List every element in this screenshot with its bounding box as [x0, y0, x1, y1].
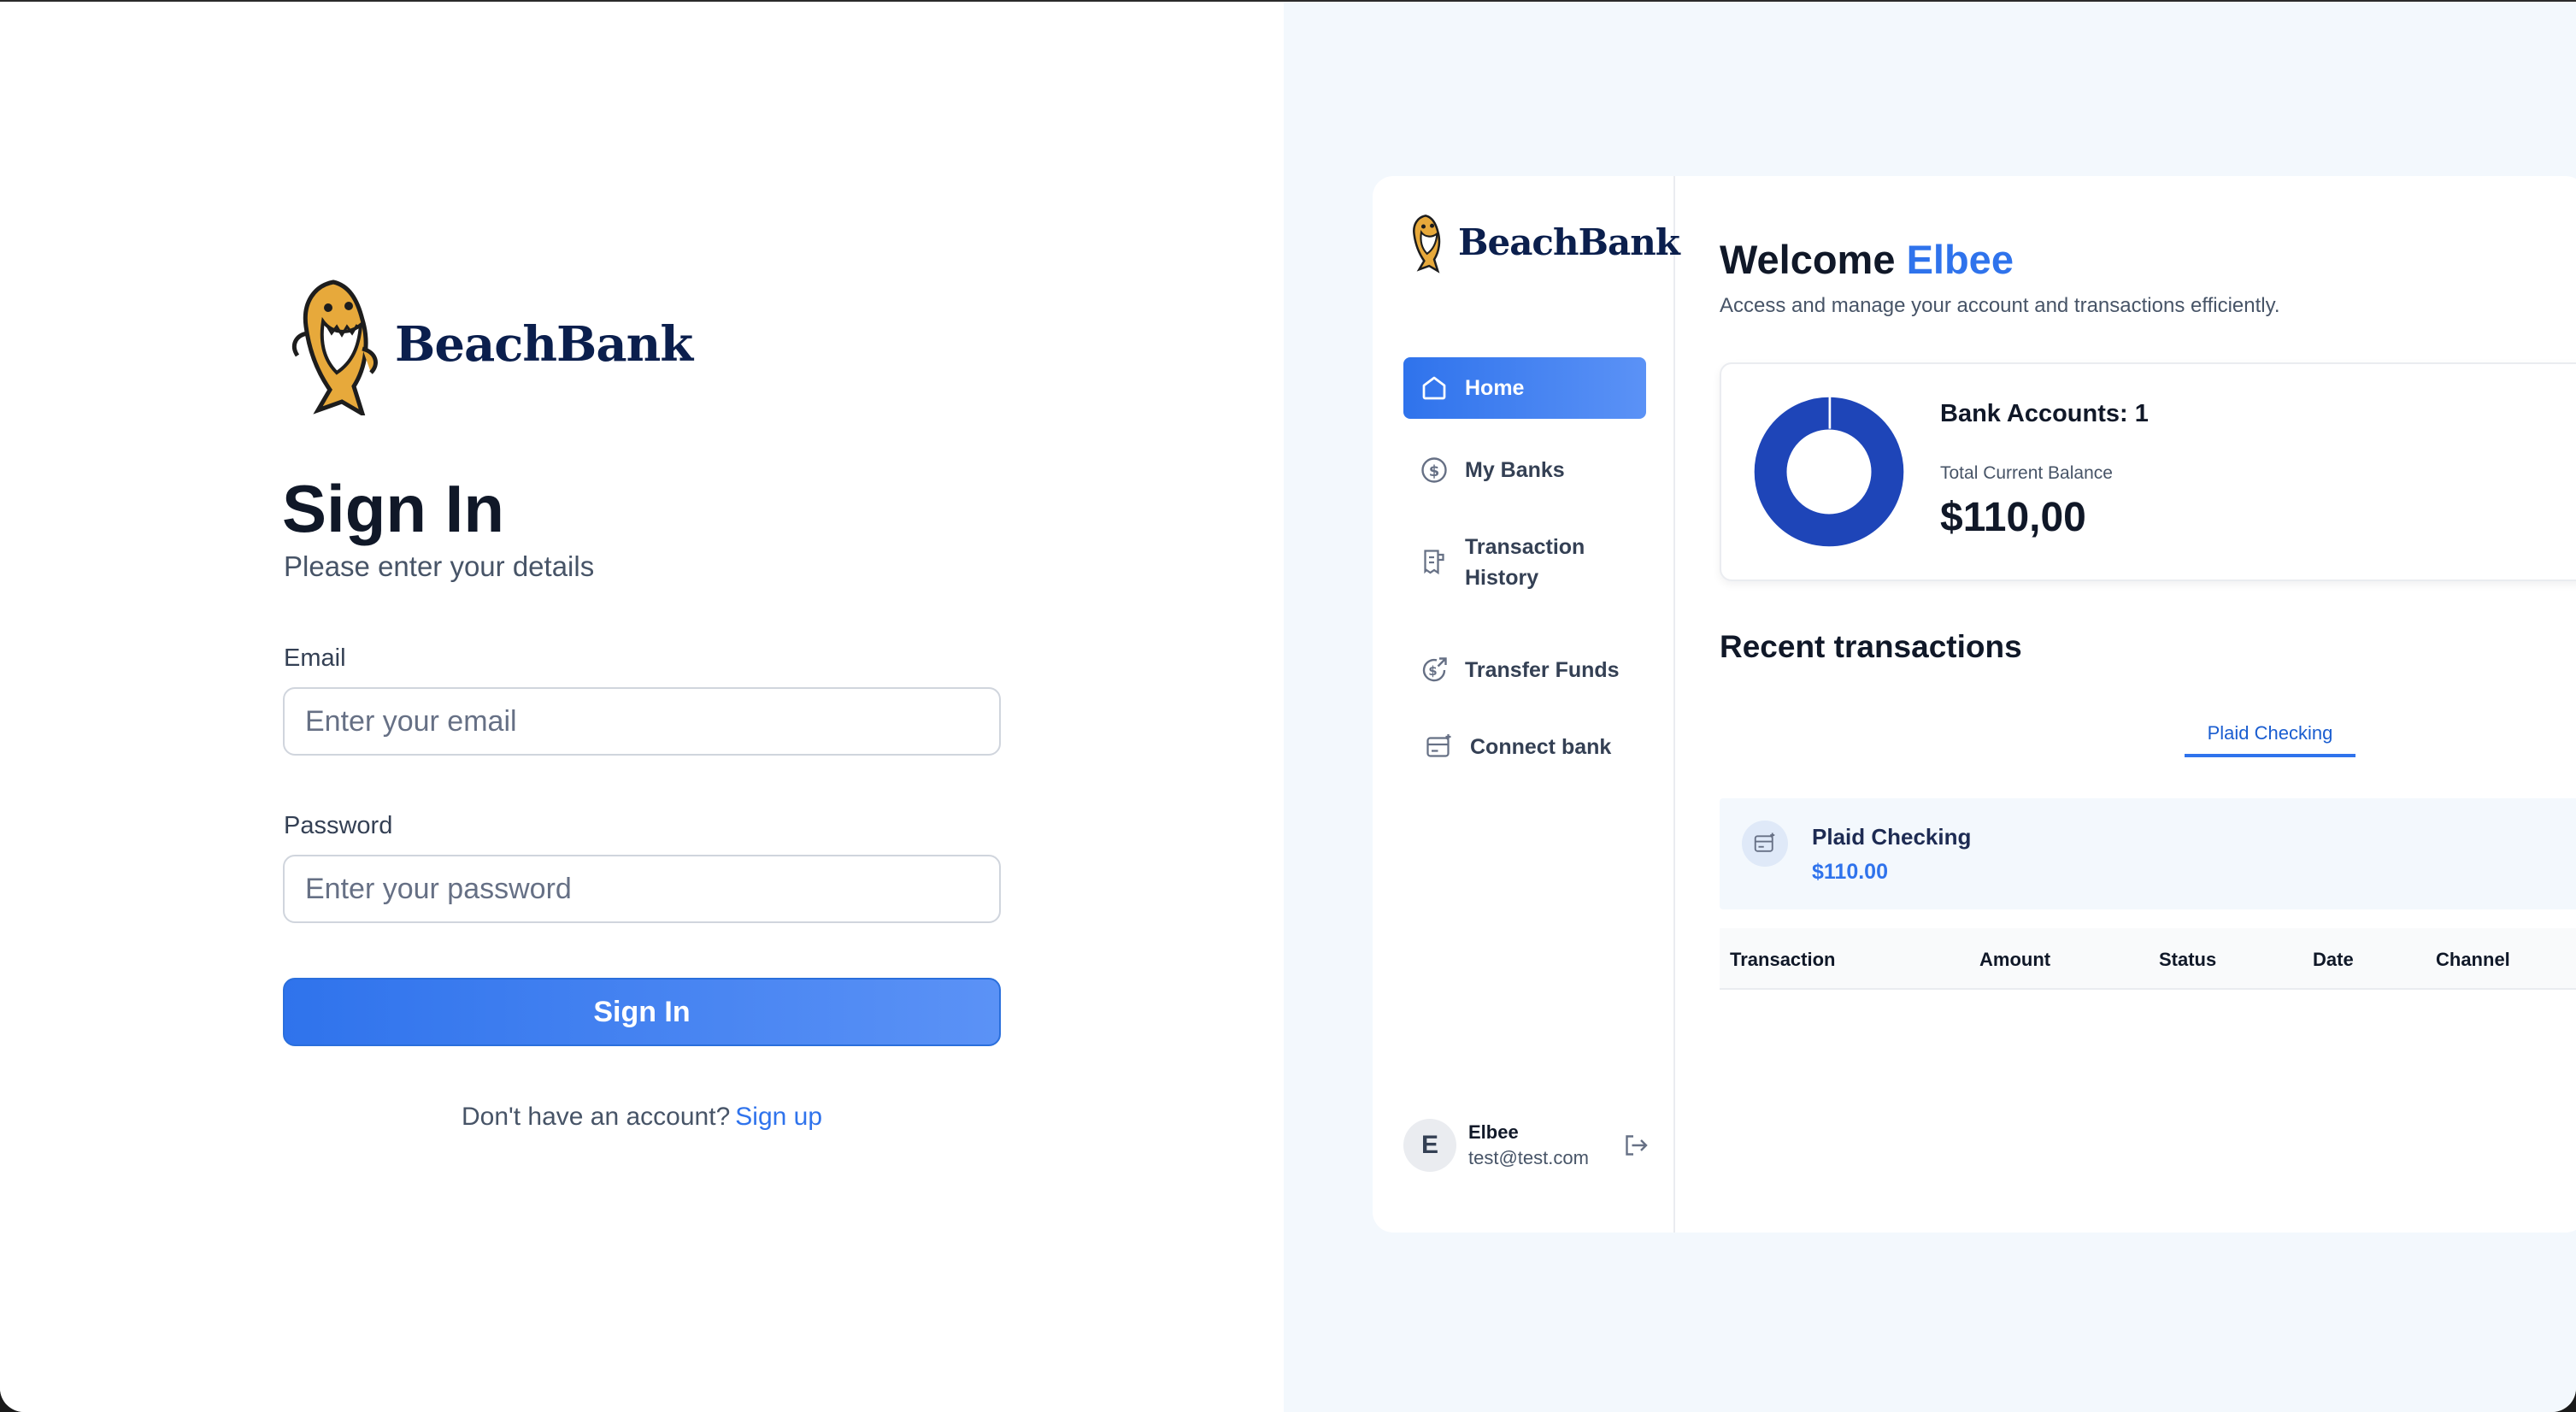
signup-prompt: Don't have an account? Sign up — [283, 1103, 1001, 1132]
email-field[interactable] — [283, 687, 1001, 756]
transfer-icon: $ — [1422, 657, 1447, 682]
sidebar-item-transfer-funds[interactable]: $ Transfer Funds — [1403, 639, 1646, 701]
sign-in-button[interactable]: Sign In — [283, 978, 1001, 1046]
page-title: Sign In — [282, 471, 504, 546]
svg-text:$: $ — [1428, 663, 1437, 679]
sidebar: BeachBank Home $ My Banks Transaction Hi… — [1373, 176, 1680, 1233]
password-field[interactable] — [283, 855, 1001, 923]
sidebar-item-my-banks[interactable]: $ My Banks — [1403, 439, 1646, 501]
recent-transactions-title: Recent transactions — [1720, 629, 2022, 664]
bank-amount: $110.00 — [1812, 860, 1888, 884]
dashboard-main: Welcome Elbee Access and manage your acc… — [1677, 176, 2576, 1233]
sidebar-brand[interactable]: BeachBank — [1403, 209, 1680, 275]
logout-icon[interactable] — [1620, 1130, 1651, 1161]
receipt-icon — [1424, 550, 1444, 575]
card-add-icon — [1742, 821, 1788, 867]
balance-card: Bank Accounts: 1 Total Current Balance $… — [1720, 362, 2576, 581]
avatar: E — [1403, 1119, 1456, 1172]
welcome-name: Elbee — [1906, 237, 2014, 282]
email-label: Email — [284, 644, 346, 672]
welcome-heading: Welcome Elbee — [1720, 236, 2014, 283]
sidebar-item-transaction-history[interactable]: Transaction History — [1403, 521, 1646, 603]
dollar-circle-icon: $ — [1421, 457, 1447, 483]
bank-name: Plaid Checking — [1812, 824, 1972, 850]
sidebar-item-label: My Banks — [1465, 458, 1565, 482]
welcome-subtitle: Access and manage your account and trans… — [1720, 294, 2280, 317]
shark-mascot-icon — [292, 279, 378, 415]
column-header-date: Date — [2313, 949, 2354, 970]
sidebar-item-label: Transaction History — [1465, 535, 1585, 590]
column-header-status: Status — [2159, 949, 2217, 970]
user-profile: E Elbee test@test.com — [1403, 1118, 1651, 1173]
password-label: Password — [284, 812, 393, 839]
dashboard-preview: BeachBank Home $ My Banks Transaction Hi… — [1373, 176, 2576, 1233]
app-window: BeachBank Sign In Please enter your deta… — [0, 0, 2576, 1412]
signup-prompt-text: Don't have an account? — [461, 1103, 731, 1131]
sidebar-item-label: Home — [1465, 376, 1525, 400]
bank-info-card[interactable]: Plaid Checking $110.00 — [1720, 798, 2576, 909]
column-header-amount: Amount — [1979, 949, 2051, 970]
sidebar-item-connect-bank[interactable]: Connect bank — [1403, 716, 1646, 778]
sidebar-item-label: Transfer Funds — [1465, 658, 1620, 682]
sidebar-item-label: Connect bank — [1470, 735, 1612, 759]
balance-donut-chart — [1754, 395, 1904, 547]
total-balance-label: Total Current Balance — [1940, 463, 2113, 483]
welcome-prefix: Welcome — [1720, 237, 1896, 282]
card-add-icon — [1426, 734, 1451, 757]
brand-name: BeachBank — [395, 316, 693, 373]
brand-logo[interactable]: BeachBank — [280, 274, 693, 415]
page-subtitle: Please enter your details — [284, 550, 595, 582]
home-icon — [1422, 376, 1446, 400]
transactions-table-header: Transaction Amount Status Date Channel — [1720, 928, 2576, 990]
signin-panel: BeachBank Sign In Please enter your deta… — [0, 2, 1284, 1412]
user-name: Elbee — [1468, 1121, 1519, 1143]
sidebar-brand-name: BeachBank — [1458, 221, 1680, 263]
column-header-channel: Channel — [2436, 949, 2510, 970]
svg-text:$: $ — [1429, 462, 1440, 480]
tab-plaid-checking[interactable]: Plaid Checking — [2185, 709, 2355, 757]
user-email: test@test.com — [1468, 1147, 1589, 1168]
column-header-transaction: Transaction — [1730, 949, 1836, 970]
sign-up-link[interactable]: Sign up — [735, 1103, 822, 1131]
total-balance-value: $110,00 — [1940, 495, 2086, 540]
shark-mascot-icon — [1413, 215, 1441, 274]
preview-panel: BeachBank Home $ My Banks Transaction Hi… — [1284, 2, 2576, 1412]
sidebar-item-home[interactable]: Home — [1403, 357, 1646, 419]
bank-accounts-count: Bank Accounts: 1 — [1940, 400, 2149, 427]
